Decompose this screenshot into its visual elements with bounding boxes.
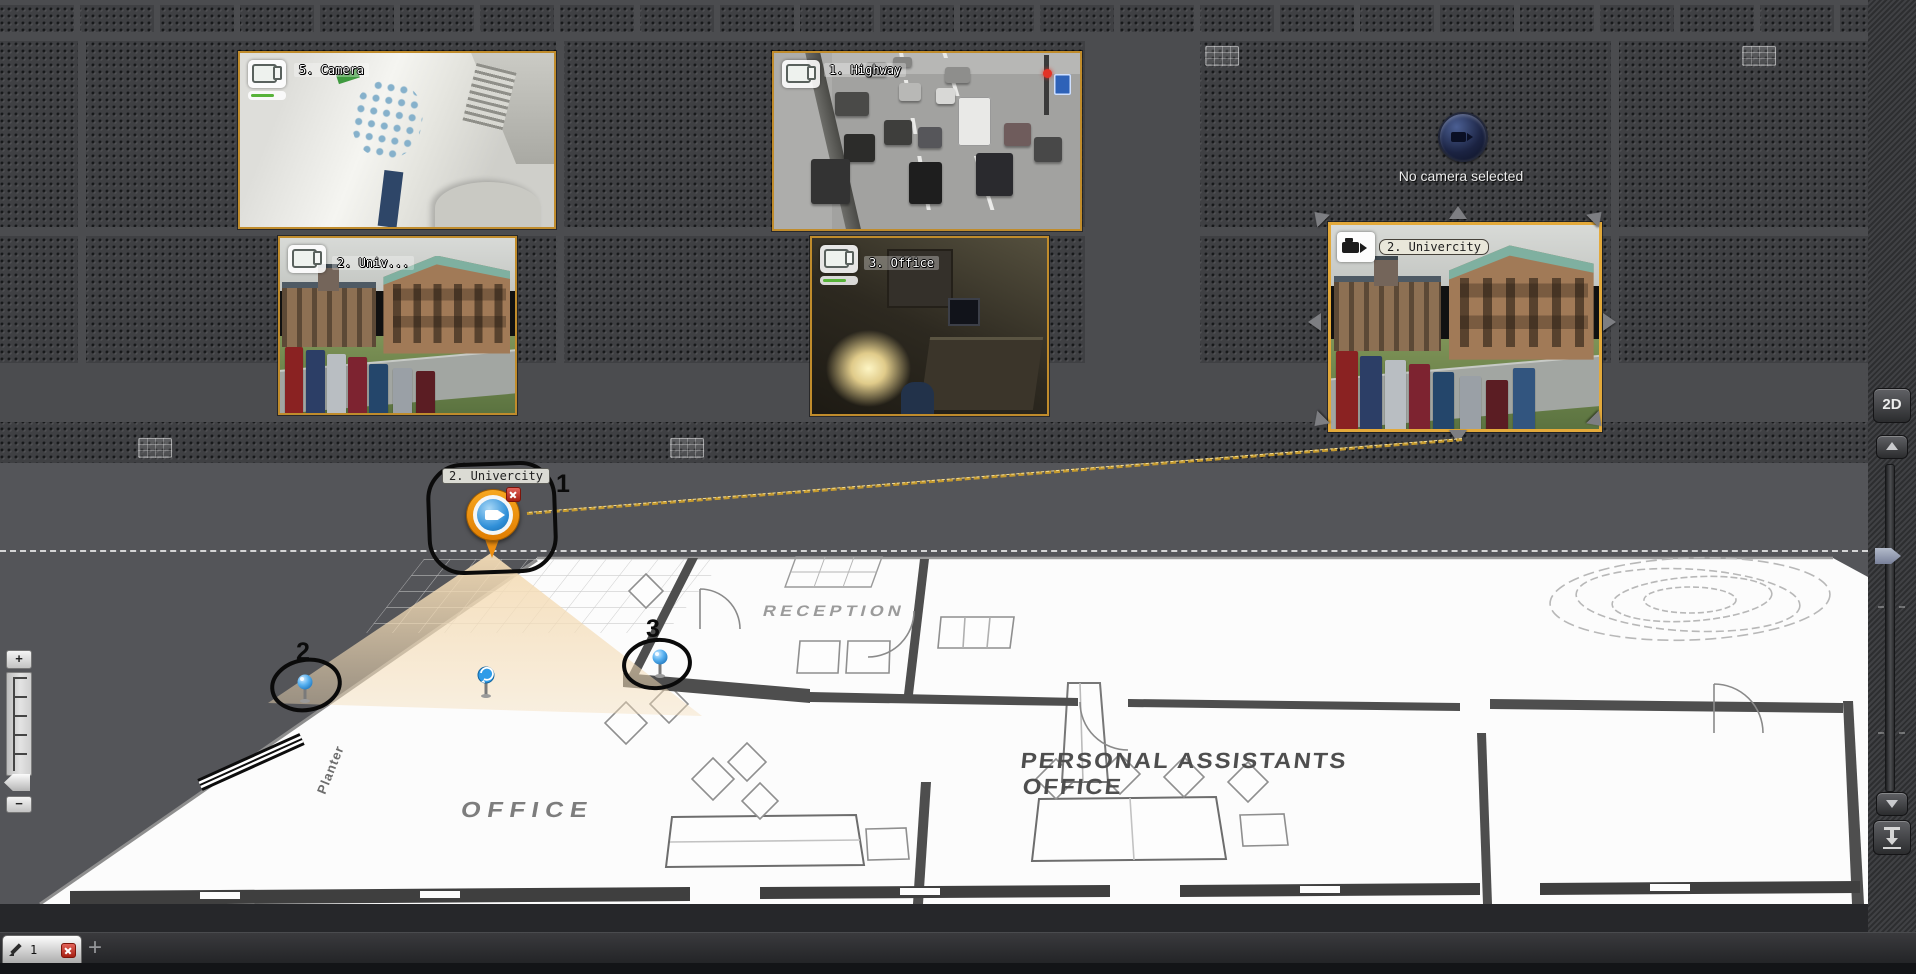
zoom-in-button[interactable]: + — [6, 650, 32, 669]
camera-monitor-icon — [288, 245, 326, 273]
grid-gutter — [1085, 41, 1200, 363]
camera-tile-2-selected[interactable]: 2. Univercity — [1328, 222, 1602, 432]
selected-camera-label: 2. Univercity — [1379, 239, 1489, 255]
dock-down-button[interactable] — [1873, 820, 1911, 855]
camera-feed-image — [240, 53, 554, 227]
resize-handle-left[interactable] — [1308, 313, 1321, 331]
camera-tile-3[interactable]: 3. Office — [810, 236, 1049, 416]
zoom-out-button[interactable]: − — [6, 796, 32, 813]
camera-tile-2[interactable]: 2. Univ... — [278, 236, 517, 415]
no-camera-icon — [1438, 112, 1488, 162]
scroll-down-button[interactable] — [1876, 792, 1908, 816]
slider-tick — [1878, 606, 1884, 608]
camera-monitor-icon — [248, 60, 286, 88]
zoom-slider-track[interactable] — [6, 672, 32, 776]
window-bottom-strip — [0, 963, 1916, 974]
camera-monitor-icon — [820, 245, 858, 273]
grid-gutter — [0, 32, 1868, 41]
grid-cell-icon — [1205, 46, 1239, 66]
floor-plan[interactable]: RECEPTION OFFICE PERSONAL ASSISTANTS OFF… — [0, 553, 1868, 904]
resize-handle-top[interactable] — [1449, 206, 1467, 219]
map-bottom-band — [0, 904, 1868, 932]
tilt-slider-track[interactable] — [1885, 464, 1895, 792]
room-label-pa-line2: OFFICE — [1021, 774, 1124, 799]
dock-icon-bar — [1883, 847, 1901, 849]
annotation-number-2: 2 — [296, 638, 310, 666]
grid-top-strip — [0, 5, 1868, 32]
annotation-number-3: 3 — [646, 615, 660, 643]
tab-label: 1 — [30, 943, 38, 957]
scroll-up-button[interactable] — [1876, 435, 1908, 459]
floor-plan-plane[interactable] — [40, 558, 1868, 904]
no-camera-label: No camera selected — [1398, 168, 1524, 184]
right-toolbar: 2D — [1868, 0, 1916, 974]
view-2d-button[interactable]: 2D — [1873, 388, 1911, 423]
room-label-office: OFFICE — [459, 798, 596, 823]
map-selection-border — [0, 550, 1868, 552]
resize-handle-right[interactable] — [1603, 313, 1616, 331]
slider-tick — [1899, 606, 1905, 608]
remove-marker-button[interactable] — [506, 487, 521, 502]
map-marker-label[interactable]: 2. Univercity — [442, 468, 550, 484]
camera-tile-label: 3. Office — [864, 256, 940, 270]
slider-tick — [1899, 732, 1905, 734]
camera-tile-label: 5. Camera — [294, 63, 370, 77]
room-label-reception: RECEPTION — [761, 602, 907, 619]
grid-gutter — [556, 41, 564, 363]
app-window: 5. Camera 1. Highway 2. Univ... 3. Offic… — [0, 0, 1916, 974]
dock-icon-stem — [1890, 830, 1894, 838]
dock-icon-arrow — [1886, 838, 1898, 845]
camera-tile-5[interactable]: 5. Camera — [238, 51, 556, 229]
grid-cell-icon — [1742, 46, 1776, 66]
camera-tile-1[interactable]: 1. Highway — [772, 51, 1082, 231]
edit-pencil-icon — [9, 943, 23, 957]
stream-meter — [820, 276, 858, 285]
zoom-slider-handle[interactable] — [4, 774, 30, 791]
layout-tab-bar: 1 + — [0, 932, 1916, 964]
annotation-number-1: 1 — [556, 470, 570, 498]
camera-tile-label: 1. Highway — [824, 63, 907, 77]
camera-tile-label: 2. Univ... — [332, 256, 415, 270]
grid-gutter — [78, 41, 86, 363]
layout-tab-1[interactable]: 1 — [2, 935, 82, 964]
grid-cell-icon — [138, 438, 172, 458]
grid-cell-icon — [670, 438, 704, 458]
close-tab-button[interactable] — [61, 943, 76, 958]
camera-monitor-icon — [782, 60, 820, 88]
camcorder-icon — [1337, 232, 1375, 262]
slider-tick — [1878, 732, 1884, 734]
tilt-slider-handle[interactable] — [1875, 548, 1901, 564]
add-tab-button[interactable]: + — [88, 936, 102, 960]
map-zoom-slider: + − — [4, 650, 36, 820]
room-label-pa-line1: PERSONAL ASSISTANTS — [1019, 748, 1348, 773]
stream-meter — [248, 91, 286, 100]
